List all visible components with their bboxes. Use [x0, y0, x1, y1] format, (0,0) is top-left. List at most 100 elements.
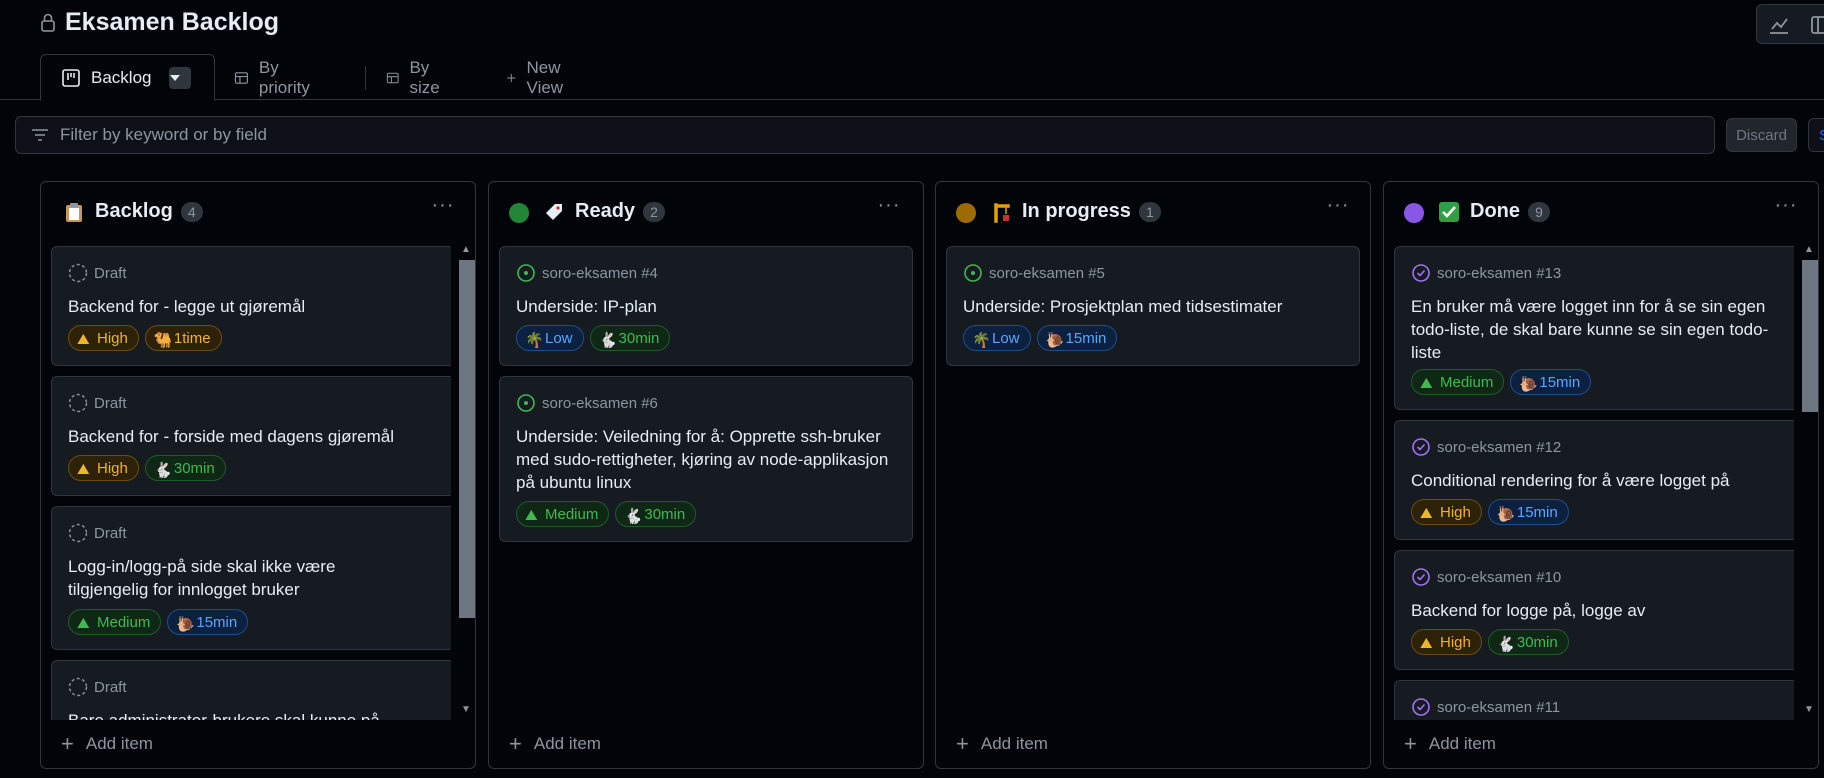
- priority-label[interactable]: ⛰ Medium: [68, 609, 162, 635]
- column-in-progress: In progress 1 ··· soro-eksamen #5 Unders…: [935, 181, 1371, 769]
- column-menu-button[interactable]: ···: [877, 195, 901, 220]
- card-labels: ⛰ High 🐌 15min: [1411, 499, 1575, 525]
- size-label[interactable]: 🐇 30min: [144, 455, 226, 481]
- tab-by-priority[interactable]: By priority: [234, 54, 315, 101]
- issue-open-icon: [964, 264, 982, 282]
- priority-label[interactable]: ⛰ Medium: [516, 501, 610, 527]
- card-title: Underside: Prosjektplan med tidsestimate…: [963, 297, 1283, 316]
- column-count: 9: [1528, 201, 1550, 222]
- column-menu-button[interactable]: ···: [431, 195, 455, 220]
- card-issue-ref[interactable]: soro-eksamen #13: [1437, 265, 1561, 282]
- size-label[interactable]: 🐇 30min: [1487, 629, 1569, 655]
- card[interactable]: soro-eksamen #12 Conditional rendering f…: [1394, 420, 1794, 540]
- size-label[interactable]: 🐫 1time: [144, 325, 222, 351]
- column-name: Backlog: [95, 200, 173, 222]
- card-title: En bruker må være logget inn for å se si…: [1411, 297, 1769, 362]
- card-list: soro-eksamen #5 Underside: Prosjektplan …: [946, 246, 1366, 720]
- column-title: Done 9: [1438, 200, 1550, 223]
- card-issue-ref[interactable]: soro-eksamen #11: [1437, 699, 1560, 716]
- add-item-label: Add item: [85, 734, 153, 753]
- column-header: Ready 2 ···: [489, 182, 923, 240]
- column-name: Ready: [575, 200, 636, 222]
- priority-label[interactable]: 🌴 Low: [963, 325, 1031, 351]
- card-issue-ref[interactable]: soro-eksamen #5: [989, 265, 1105, 282]
- scrollbar-thumb[interactable]: [459, 260, 475, 618]
- card[interactable]: soro-eksamen #4 Underside: IP-plan 🌴 Low …: [499, 246, 913, 366]
- scroll-up-icon[interactable]: ▲: [461, 244, 471, 255]
- card[interactable]: soro-eksamen #13 En bruker må være logge…: [1394, 246, 1794, 410]
- card-issue-ref[interactable]: soro-eksamen #10: [1437, 569, 1561, 586]
- card-issue-ref[interactable]: soro-eksamen #6: [542, 395, 658, 412]
- card-list: soro-eksamen #13 En bruker må være logge…: [1394, 246, 1794, 720]
- add-item-button[interactable]: + Add item: [1404, 731, 1496, 756]
- size-label[interactable]: 🐌 15min: [1036, 325, 1118, 351]
- card[interactable]: Draft Backend for - legge ut gjøremål ⛰ H…: [51, 246, 451, 366]
- label-text: Medium: [97, 613, 151, 631]
- card-title: Underside: IP-plan: [516, 297, 657, 316]
- column-header: Backlog 4 ···: [41, 182, 475, 240]
- scrollbar[interactable]: ▲ ▼: [457, 242, 475, 720]
- add-item-button[interactable]: + Add item: [61, 733, 153, 755]
- card[interactable]: Draft Backend for - forside med dagens g…: [51, 376, 451, 496]
- column-title: Ready 2: [543, 200, 666, 223]
- column-menu-button[interactable]: ···: [1774, 195, 1798, 220]
- card[interactable]: soro-eksamen #11: [1394, 680, 1794, 720]
- tab-backlog[interactable]: Backlog: [40, 54, 215, 101]
- label-text: High: [1440, 633, 1471, 651]
- card-title: Conditional rendering for å være logget …: [1411, 471, 1730, 490]
- filter-input[interactable]: Filter by keyword or by field: [15, 116, 1715, 154]
- card-issue-ref[interactable]: soro-eksamen #4: [542, 265, 658, 282]
- size-label[interactable]: 🐌 15min: [1510, 369, 1592, 395]
- scroll-down-icon[interactable]: ▼: [1804, 704, 1814, 715]
- scroll-down-icon[interactable]: ▼: [461, 704, 471, 715]
- insights-chart-icon[interactable]: [1767, 13, 1791, 37]
- save-button[interactable]: S: [1808, 118, 1824, 152]
- mountain-icon: ⛰: [1420, 635, 1433, 652]
- label-text: 30min: [644, 505, 686, 523]
- card[interactable]: soro-eksamen #5 Underside: Prosjektplan …: [946, 246, 1360, 366]
- tab-by-size[interactable]: By size: [386, 54, 446, 101]
- priority-label[interactable]: ⛰ Medium: [1411, 369, 1505, 395]
- priority-label[interactable]: ⛰ High: [1411, 499, 1482, 525]
- column-header: In progress 1 ···: [936, 182, 1370, 240]
- issue-open-icon: [517, 264, 535, 282]
- card[interactable]: soro-eksamen #6 Underside: Veiledning fo…: [499, 376, 913, 542]
- scrollbar-thumb[interactable]: [1802, 260, 1818, 412]
- card-issue-ref[interactable]: soro-eksamen #12: [1437, 439, 1561, 456]
- card[interactable]: Draft Bare administrator-brukere skal ku…: [51, 660, 451, 720]
- plus-icon: +: [1404, 731, 1417, 756]
- card-title: Backend for - forside med dagens gjøremå…: [68, 427, 394, 446]
- priority-label[interactable]: ⛰ High: [1411, 629, 1482, 655]
- snail-icon: 🐌: [1496, 506, 1516, 523]
- table-icon: [386, 72, 399, 83]
- priority-label[interactable]: 🌴 Low: [516, 325, 584, 351]
- draft-icon: [68, 523, 88, 543]
- column-count: 1: [1138, 201, 1161, 222]
- tab-label: New View: [526, 57, 564, 97]
- size-label[interactable]: 🐌 15min: [1487, 499, 1569, 525]
- card-meta: soro-eksamen #6: [516, 393, 658, 413]
- scrollbar[interactable]: ▲ ▼: [1800, 242, 1818, 720]
- label-icon: [546, 203, 562, 220]
- column-menu-button[interactable]: ···: [1326, 195, 1350, 220]
- priority-label[interactable]: ⛰ High: [68, 455, 139, 481]
- card-status: Draft: [94, 678, 127, 696]
- card-title: Logg-in/logg-på side skal ikke være tilg…: [68, 557, 336, 599]
- sidebar-panel-icon[interactable]: [1809, 13, 1824, 37]
- size-label[interactable]: 🐇 30min: [589, 325, 671, 351]
- view-options-dropdown[interactable]: [169, 66, 192, 89]
- card-meta: soro-eksamen #13: [1411, 263, 1561, 283]
- size-label[interactable]: 🐌 15min: [167, 609, 249, 635]
- label-text: 30min: [173, 459, 215, 477]
- scroll-up-icon[interactable]: ▲: [1804, 244, 1814, 255]
- tab-label: By priority: [258, 57, 310, 97]
- discard-button[interactable]: Discard: [1726, 118, 1797, 152]
- card[interactable]: soro-eksamen #10 Backend for logge på, l…: [1394, 550, 1794, 670]
- card-labels: ⛰ Medium 🐇 30min: [516, 501, 702, 527]
- add-item-button[interactable]: + Add item: [956, 733, 1048, 755]
- card[interactable]: Draft Logg-in/logg-på side skal ikke vær…: [51, 506, 451, 650]
- size-label[interactable]: 🐇 30min: [615, 501, 697, 527]
- new-view-button[interactable]: New View: [506, 54, 571, 101]
- priority-label[interactable]: ⛰ High: [68, 325, 139, 351]
- add-item-button[interactable]: + Add item: [509, 733, 601, 755]
